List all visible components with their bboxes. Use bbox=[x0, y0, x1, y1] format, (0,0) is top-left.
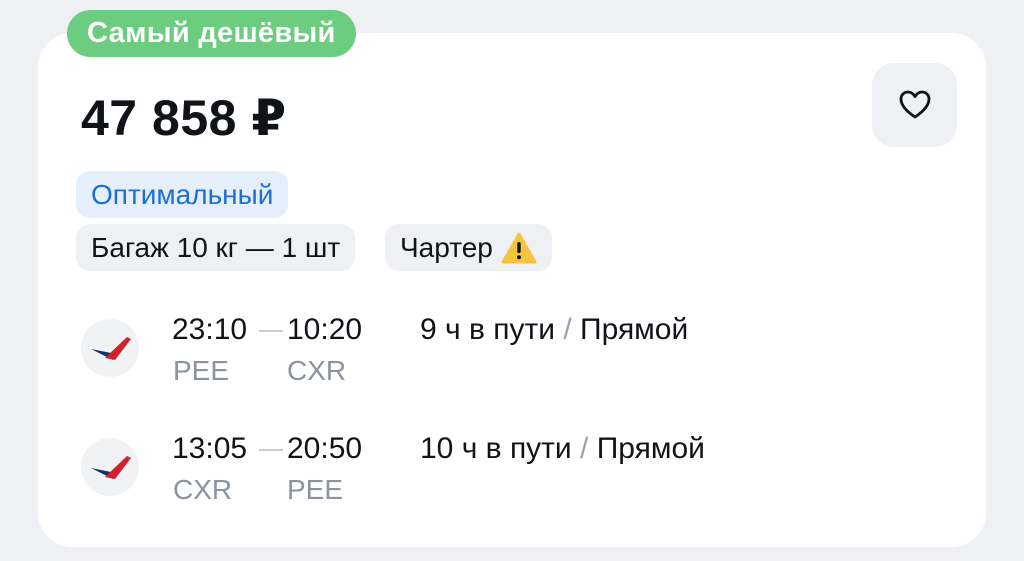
segment-2-arrive-time: 20:50 bbox=[287, 432, 363, 465]
segment-1-depart-time: 23:10 bbox=[172, 313, 248, 346]
segment-2-dash bbox=[259, 449, 283, 451]
tag-charter: Чартер bbox=[385, 224, 552, 271]
segment-2-type: Прямой bbox=[596, 432, 705, 465]
segment-2-depart-time: 13:05 bbox=[172, 432, 248, 465]
tag-optimal: Оптимальный bbox=[76, 171, 289, 218]
segment-2-duration: 10 ч в пути / Прямой bbox=[420, 431, 705, 467]
segment-1-arrive-time: 10:20 bbox=[287, 313, 363, 346]
segment-1-dash bbox=[259, 330, 283, 332]
segment-1-duration: 9 ч в пути / Прямой bbox=[420, 312, 688, 348]
segment-2-to-code: PEE bbox=[287, 474, 344, 505]
favorite-button[interactable] bbox=[872, 63, 957, 147]
heart-outline-icon bbox=[899, 90, 930, 119]
segment-1-separator: / bbox=[563, 313, 572, 346]
segment-1-duration-text: 9 ч в пути bbox=[420, 313, 555, 346]
segment-2-duration-text: 10 ч в пути bbox=[420, 432, 572, 465]
tag-charter-label: Чартер bbox=[400, 232, 493, 263]
segment-1-from-code: PEE bbox=[173, 355, 230, 386]
segment-2-separator: / bbox=[580, 432, 589, 465]
cheapest-badge: Самый дешёвый bbox=[67, 10, 356, 57]
segment-1-to-code: CXR bbox=[287, 355, 347, 386]
segment-2-from-code: CXR bbox=[173, 474, 233, 505]
tag-baggage: Багаж 10 кг — 1 шт bbox=[76, 224, 356, 271]
warning-icon bbox=[501, 232, 537, 263]
airline-logo-icon bbox=[81, 319, 139, 377]
ticket-price: 47 858 ₽ bbox=[81, 90, 287, 146]
segment-1-type: Прямой bbox=[580, 313, 689, 346]
airline-logo-icon bbox=[81, 438, 139, 496]
